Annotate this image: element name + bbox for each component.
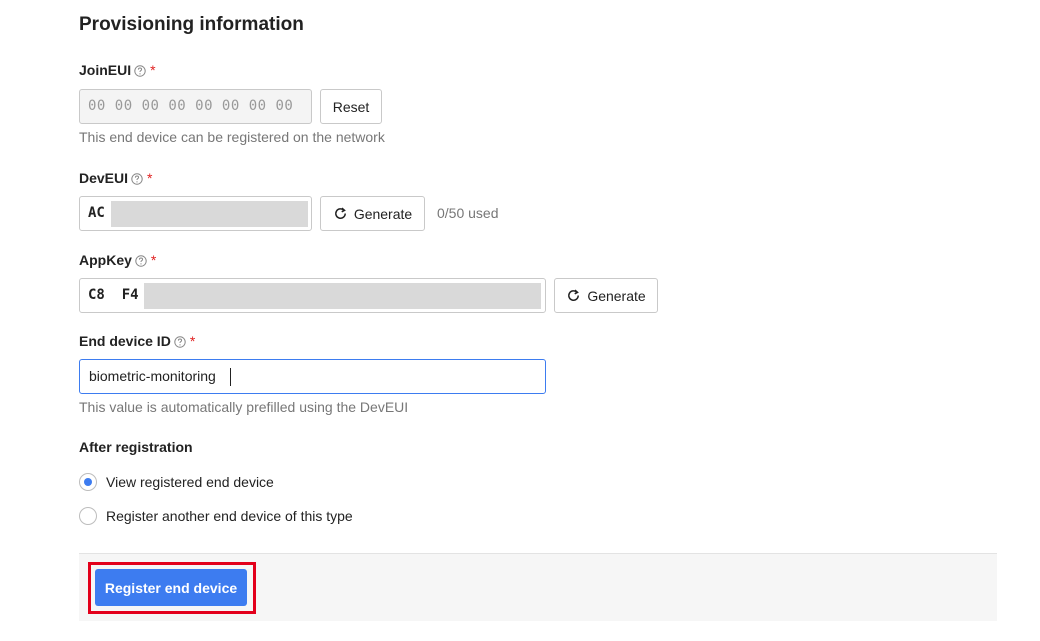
- help-icon[interactable]: [134, 64, 146, 77]
- help-icon[interactable]: [131, 172, 143, 185]
- generate-app-key-button[interactable]: Generate: [554, 278, 658, 313]
- app-key-input[interactable]: C8 F4: [79, 278, 546, 313]
- end-device-id-description: This value is automatically prefilled us…: [79, 399, 409, 415]
- reset-button-label: Reset: [332, 98, 370, 115]
- join-eui-input[interactable]: 00 00 00 00 00 00 00 00: [79, 89, 312, 124]
- radio-label: View registered end device: [106, 474, 274, 490]
- help-icon[interactable]: [135, 254, 147, 267]
- dev-eui-usage: 0/50 used: [437, 205, 499, 221]
- end-device-id-label: End device ID: [79, 333, 171, 349]
- required-mark: *: [150, 62, 156, 78]
- join-eui-description: This end device can be registered on the…: [79, 129, 385, 145]
- redacted-block: [144, 283, 541, 309]
- end-device-id-label-row: End device ID *: [79, 333, 195, 349]
- register-button-label: Register end device: [104, 579, 238, 596]
- radio-button-checked[interactable]: [79, 473, 97, 491]
- generate-dev-eui-button[interactable]: Generate: [320, 196, 425, 231]
- generate-label: Generate: [353, 205, 413, 222]
- dev-eui-input[interactable]: AC: [79, 196, 312, 231]
- join-eui-label-row: JoinEUI *: [79, 62, 156, 78]
- join-eui-label: JoinEUI: [79, 62, 132, 78]
- radio-label: Register another end device of this type: [106, 508, 353, 524]
- join-eui-value: 00 00 00 00 00 00 00 00: [88, 98, 294, 114]
- required-mark: *: [189, 333, 196, 349]
- app-key-label: AppKey: [79, 252, 132, 268]
- radio-register-another[interactable]: Register another end device of this type: [79, 507, 353, 525]
- radio-button[interactable]: [79, 507, 97, 525]
- dev-eui-label: DevEUI: [79, 170, 129, 186]
- register-end-device-button[interactable]: Register end device: [95, 569, 247, 606]
- dev-eui-value: AC: [88, 205, 105, 221]
- section-title: Provisioning information: [79, 14, 304, 35]
- radio-view-registered[interactable]: View registered end device: [79, 473, 274, 491]
- app-key-label-row: AppKey *: [79, 252, 156, 268]
- app-key-value: C8 F4: [88, 287, 139, 303]
- redacted-block: [111, 201, 308, 227]
- reset-button[interactable]: Reset: [320, 89, 382, 124]
- end-device-id-input[interactable]: biometric-monitoring: [79, 359, 546, 394]
- required-mark: *: [150, 252, 157, 268]
- refresh-icon: [334, 207, 346, 219]
- refresh-icon: [568, 289, 580, 301]
- generate-label: Generate: [587, 287, 646, 304]
- after-registration-title: After registration: [79, 439, 193, 455]
- dev-eui-label-row: DevEUI *: [79, 170, 152, 186]
- end-device-id-value: biometric-monitoring: [89, 368, 216, 384]
- help-icon[interactable]: [174, 335, 186, 348]
- required-mark: *: [147, 170, 153, 186]
- text-caret: [230, 368, 231, 386]
